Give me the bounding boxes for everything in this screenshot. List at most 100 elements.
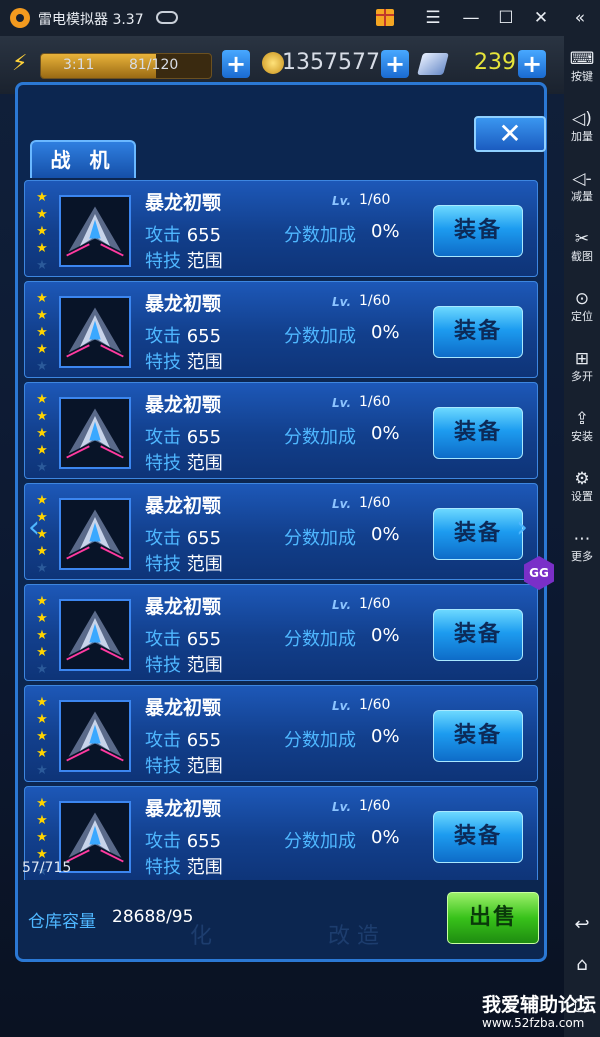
lightning-icon: ⚡	[12, 51, 28, 76]
star-icon: ★	[36, 258, 48, 273]
star-icon: ★	[36, 409, 48, 424]
gift-icon[interactable]	[376, 9, 394, 26]
more-icon: ⋯	[573, 529, 591, 549]
sidebar-item-label: 多开	[571, 370, 593, 383]
coin-icon	[262, 52, 284, 74]
minimize-icon[interactable]: —	[457, 6, 485, 30]
fighter-thumbnail[interactable]	[59, 498, 131, 570]
level-label: Lv.	[332, 497, 352, 511]
fighter-thumbnail[interactable]	[59, 195, 131, 267]
energy-timer: 3:11	[63, 57, 95, 73]
sell-button[interactable]: 出售	[447, 892, 539, 944]
collapse-sidebar-icon[interactable]: «	[566, 6, 594, 30]
fighter-thumbnail[interactable]	[59, 700, 131, 772]
attack-label: 攻击	[145, 528, 181, 549]
equip-button[interactable]: 装备	[433, 508, 523, 560]
fighter-card[interactable]: ★ ★ ★ ★ ★ 暴龙初颚 Lv. 1/60 攻击 655 分数加成 0% 特技 范围 装备	[24, 685, 538, 782]
list-count: 57/715	[22, 860, 72, 876]
star-icon: ★	[36, 359, 48, 374]
location-icon: ⊙	[574, 289, 590, 309]
gamepad-icon[interactable]	[156, 11, 178, 24]
gem-count: 239	[474, 50, 516, 75]
storage-label: 仓库容量	[28, 912, 96, 932]
fighter-card[interactable]: ★ ★ ★ ★ ★ 暴龙初颚 Lv. 1/60 攻击 655 分数加成 0% 特技 范围 装备	[24, 281, 538, 378]
add-energy-button[interactable]: +	[222, 50, 250, 78]
sidebar-item-3[interactable]: ✂ 截图	[564, 228, 600, 264]
fighter-thumbnail[interactable]	[59, 397, 131, 469]
menu-icon[interactable]: ☰	[419, 6, 447, 30]
star-icon: ★	[36, 763, 48, 778]
fighter-card[interactable]: ★ ★ ★ ★ ★ 暴龙初颚 Lv. 1/60 攻击 655 分数加成 0% 特技 范围 装备	[24, 180, 538, 277]
sidebar-item-0[interactable]: ⌨ 按键	[564, 48, 600, 84]
star-icon: ★	[36, 662, 48, 677]
fighter-level: 1/60	[359, 495, 391, 511]
fighter-card[interactable]: ★ ★ ★ ★ ★ 暴龙初颚 Lv. 1/60 攻击 655 分数加成 0% 特技 范围 装备	[24, 786, 538, 880]
skill-label: 特技	[145, 352, 181, 373]
add-coins-button[interactable]: +	[381, 50, 409, 78]
attack-value: 655	[186, 427, 222, 448]
scroll-left-arrow-icon[interactable]: ‹	[28, 510, 40, 545]
sidebar-item-6[interactable]: ⇪ 安装	[564, 408, 600, 444]
fighter-level: 1/60	[359, 293, 391, 309]
sidebar-item-4[interactable]: ⊙ 定位	[564, 288, 600, 324]
background-label-modify: 改 造	[328, 924, 379, 949]
star-icon: ★	[36, 628, 48, 643]
fighter-card[interactable]: ★ ★ ★ ★ ★ 暴龙初颚 Lv. 1/60 攻击 655 分数加成 0% 特技 范围 装备	[24, 382, 538, 479]
skill-label: 特技	[145, 453, 181, 474]
add-gems-button[interactable]: +	[518, 50, 546, 78]
close-panel-button[interactable]: ✕	[474, 116, 546, 152]
bonus-label: 分数加成	[284, 427, 356, 448]
attack-value: 655	[186, 629, 222, 650]
equip-button[interactable]: 装备	[433, 306, 523, 358]
skill-value: 范围	[186, 857, 223, 878]
level-label: Lv.	[332, 295, 352, 309]
skill-label: 特技	[145, 251, 181, 272]
star-icon: ★	[36, 224, 48, 239]
fighter-card[interactable]: ★ ★ ★ ★ ★ 暴龙初颚 Lv. 1/60 攻击 655 分数加成 0% 特技 范围 装备	[24, 483, 538, 580]
star-rating: ★ ★ ★ ★ ★	[35, 593, 49, 678]
sidebar-item-label: 截图	[571, 250, 593, 263]
skill-value: 范围	[186, 352, 223, 373]
fighter-thumbnail[interactable]	[59, 599, 131, 671]
star-icon: ★	[36, 426, 48, 441]
tab-fighter[interactable]: 战 机	[30, 140, 136, 178]
sidebar-item-2[interactable]: ◁- 减量	[564, 168, 600, 204]
equip-button[interactable]: 装备	[433, 609, 523, 661]
maximize-icon[interactable]: ☐	[492, 6, 520, 30]
scroll-right-arrow-icon[interactable]: ›	[516, 510, 528, 545]
emulator-title: 雷电模拟器 3.37	[38, 12, 144, 28]
sidebar-item-label: 定位	[571, 310, 593, 323]
fighter-ship-icon	[66, 408, 124, 459]
storage-value: 28688/95	[112, 907, 194, 927]
equip-button[interactable]: 装备	[433, 710, 523, 762]
fighter-card[interactable]: ★ ★ ★ ★ ★ 暴龙初颚 Lv. 1/60 攻击 655 分数加成 0% 特技 范围 装备	[24, 584, 538, 681]
fighter-level: 1/60	[359, 192, 391, 208]
skill-value: 范围	[186, 554, 223, 575]
home-icon[interactable]: ⌂	[564, 954, 600, 975]
bonus-label: 分数加成	[284, 730, 356, 751]
sidebar-item-1[interactable]: ◁) 加量	[564, 108, 600, 144]
back-icon[interactable]: ↩	[564, 914, 600, 935]
skill-label: 特技	[145, 655, 181, 676]
equip-button[interactable]: 装备	[433, 407, 523, 459]
equip-button[interactable]: 装备	[433, 205, 523, 257]
sidebar-item-5[interactable]: ⊞ 多开	[564, 348, 600, 384]
keyboard-icon: ⌨	[569, 49, 595, 69]
watermark-url: www.52fzba.com	[482, 1016, 585, 1030]
fighter-ship-icon	[66, 307, 124, 358]
bonus-label: 分数加成	[284, 629, 356, 650]
fighter-thumbnail[interactable]	[59, 296, 131, 368]
bonus-value: 0%	[371, 423, 400, 444]
fighter-name: 暴龙初颚	[145, 293, 222, 315]
close-window-icon[interactable]: ✕	[527, 6, 555, 30]
gear-icon: ⚙	[574, 469, 590, 489]
star-icon: ★	[36, 611, 48, 626]
sidebar-item-7[interactable]: ⚙ 设置	[564, 468, 600, 504]
sidebar-item-8[interactable]: ⋯ 更多	[564, 528, 600, 564]
star-icon: ★	[36, 796, 48, 811]
attack-label: 攻击	[145, 629, 181, 650]
bonus-value: 0%	[371, 322, 400, 343]
energy-count: 81/120	[129, 57, 179, 73]
equip-button[interactable]: 装备	[433, 811, 523, 863]
fighter-list[interactable]: ★ ★ ★ ★ ★ 暴龙初颚 Lv. 1/60 攻击 655 分数加成 0% 特技 范围 装备 ★ ★ ★ ★ ★…	[24, 180, 538, 880]
